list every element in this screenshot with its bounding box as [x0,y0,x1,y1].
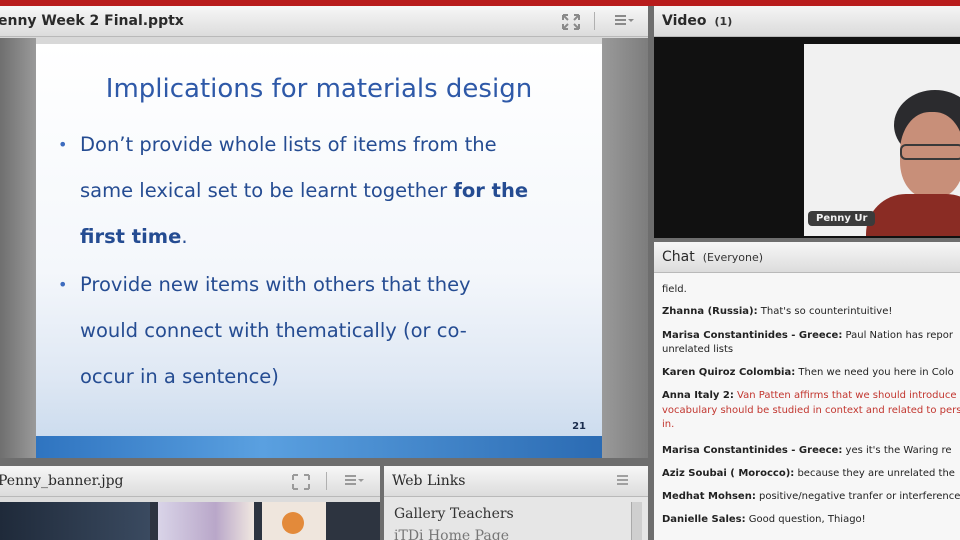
chat-message: unrelated lists [662,343,960,357]
banner-image [0,502,380,540]
chat-text: Then we need you here in Colo [795,367,954,378]
video-pod: Video (1) Penny Ur [654,6,960,238]
bullet-1-line-1: Don’t provide whole lists of items from … [80,133,497,156]
banner-logo [282,512,304,534]
share-pod-titlebar: enny Week 2 Final.pptx [0,6,648,37]
chat-sender: Karen Quiroz Colombia: [662,367,796,378]
bullet-dot-icon: • [58,275,68,294]
bullet-1-line-2-bold: for the [453,179,529,202]
pod-menu-icon[interactable] [344,474,364,490]
chat-pod-title: Chat (Everyone) [662,249,763,265]
slide-bullet-1: • Don’t provide whole lists of items fro… [58,122,574,260]
links-pod-title: Web Links [392,473,466,489]
bullet-1-line-3: first time. [80,214,574,260]
bullet-2-line-1: Provide new items with others that they [80,273,471,296]
chat-message: Marisa Constantinides - Greece: Paul Nat… [662,329,960,343]
links-scrollbar[interactable] [631,502,642,540]
chat-text: Van Patten affirms that we should introd… [733,390,957,401]
banner-image-segment [262,502,326,540]
title-separator [326,472,327,490]
chat-text: in. [662,419,675,430]
chat-text: unrelated lists [662,344,734,355]
bullet-1-line-3-bold: first time [80,225,182,248]
bullet-2-line-2: would connect with thematically (or co- [80,319,467,342]
chat-message: vocabulary should be studied in context … [662,404,960,418]
chat-pod-titlebar: Chat (Everyone) [654,242,960,273]
slide-page-number: 21 [572,421,586,432]
slide-title: Implications for materials design [105,74,533,104]
web-link-item[interactable]: iTDi Home Page [394,528,509,540]
video-count: (1) [714,15,733,28]
slide-footer-band [36,436,602,458]
links-pod-titlebar: Web Links [384,466,648,497]
web-link-item[interactable]: Gallery Teachers [394,506,514,522]
chat-sender: Zhanna (Russia): [662,306,758,317]
slide-bullet-2: • Provide new items with others that the… [58,262,574,400]
chat-title-text: Chat [662,249,695,265]
video-pod-titlebar: Video (1) [654,6,960,37]
fullscreen-icon[interactable] [562,14,580,34]
chat-sender: Marisa Constantinides - Greece: [662,445,843,456]
bullet-dot-icon: • [58,135,68,154]
chat-pod: Chat (Everyone) field. Zhanna (Russia): T… [654,242,960,540]
title-separator [594,12,595,30]
share-pod: enny Week 2 Final.pptx Implications for … [0,6,648,458]
chat-sender: Marisa Constantinides - Greece: [662,330,843,341]
chat-text: because they are unrelated the [794,468,955,479]
presenter-name-label: Penny Ur [808,211,876,226]
slide-right-margin [602,38,648,458]
chat-message: Medhat Mohsen: positive/negative tranfer… [662,490,960,504]
fullscreen-icon[interactable] [292,474,310,494]
chat-sender: Danielle Sales: [662,514,746,525]
presenter-body [866,194,960,236]
banner-pod-titlebar: Penny_banner.jpg [0,466,380,497]
chat-audience: (Everyone) [702,251,764,264]
share-pod-title: enny Week 2 Final.pptx [0,13,184,29]
bullet-1-line-2: same lexical set to be learnt together f… [80,168,574,214]
presentation-slide: Implications for materials design • Don’… [36,44,602,458]
chat-sender: Medhat Mohsen: [662,491,756,502]
chat-text: positive/negative tranfer or interferenc… [755,491,960,502]
web-links-pod: Web Links Gallery Teachers iTDi Home Pag… [384,466,648,540]
chat-sender: Aziz Soubai ( Morocco): [662,468,795,479]
chat-messages[interactable]: field. Zhanna (Russia): That's so counte… [654,273,960,540]
bullet-2-line-3: occur in a sentence) [80,365,279,388]
video-title-text: Video [662,13,707,29]
webcam-feed [804,44,960,236]
chat-message: Aziz Soubai ( Morocco): because they are… [662,467,960,481]
slide-left-margin [0,38,36,458]
chat-text: That's so counterintuitive! [757,306,893,317]
chat-message: Karen Quiroz Colombia: Then we need you … [662,366,960,380]
chat-message: Zhanna (Russia): That's so counterintuit… [662,305,960,319]
pod-menu-icon[interactable] [614,14,634,30]
chat-text: Paul Nation has repor [842,330,953,341]
chat-text: field. [662,284,687,295]
bullet-1-line-3-text: . [181,225,188,248]
chat-message: Marisa Constantinides - Greece: yes it's… [662,444,960,458]
banner-pod: Penny_banner.jpg [0,466,380,540]
banner-pod-title: Penny_banner.jpg [0,473,124,489]
chat-message: in. [662,418,960,432]
chat-message: field. [662,283,960,297]
presenter-glasses [900,144,960,160]
chat-text: vocabulary should be studied in context … [662,405,960,416]
chat-text: yes it's the Waring re [842,445,952,456]
chat-message: Anna Italy 2: Van Patten affirms that we… [662,389,960,403]
pod-menu-icon[interactable] [616,474,636,490]
chat-message: Danielle Sales: Good question, Thiago! [662,513,960,527]
chat-sender: Anna Italy 2: [662,390,734,401]
bullet-1-line-2-text: same lexical set to be learnt together [80,179,454,202]
chat-text: Good question, Thiago! [745,514,866,525]
banner-image-segment [158,502,254,540]
banner-image-segment [0,502,150,540]
video-pod-title: Video (1) [662,13,732,29]
